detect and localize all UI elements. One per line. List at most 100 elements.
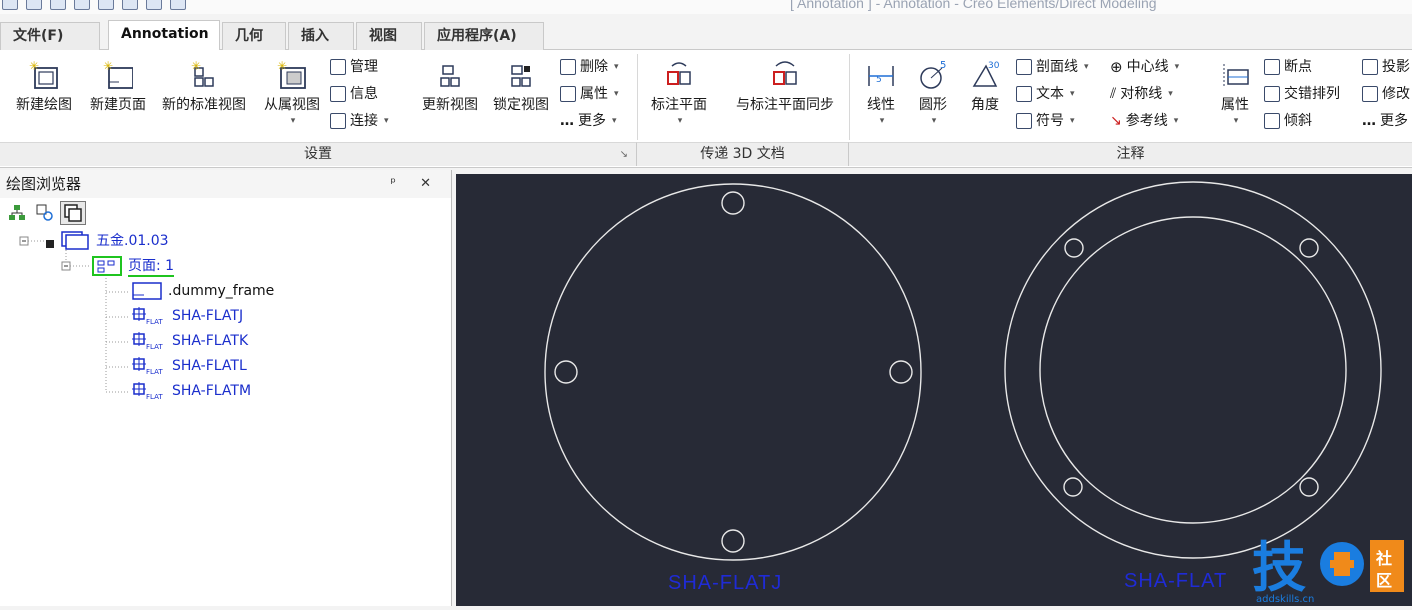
lock-view-button[interactable]: 锁定视图 [486,60,556,114]
ring-outer-circle[interactable] [1004,181,1382,559]
filter-icon[interactable] [170,0,186,10]
lock-view-icon [506,60,536,90]
annotation-group-label: 注释 [849,142,1412,166]
tree-node-view[interactable]: FLAT SHA-FLATK [132,331,248,351]
bolt-hole[interactable] [721,529,745,553]
update-view-icon [435,60,465,90]
ring-inner-circle[interactable] [1039,216,1347,524]
more-annotation-button[interactable]: … 更多 [1362,110,1408,132]
linear-dimension-button[interactable]: 5 线性 ▾ [858,60,904,126]
save-icon[interactable] [74,0,90,10]
svg-text:社: 社 [1375,549,1392,568]
attribute-button[interactable]: 属性 ▾ [1210,60,1260,126]
tree-node-view[interactable]: FLAT SHA-FLATM [132,381,251,401]
window-title: [ Annotation ] - Annotation - Creo Eleme… [790,0,1157,11]
circle-dimension-icon: 5 [918,60,948,90]
text-button[interactable]: 文本 ▾ [1016,83,1075,105]
tab-view[interactable]: 视图 [356,22,422,50]
bolt-hole[interactable] [889,360,913,384]
linear-dimension-icon: 5 [866,60,896,90]
filter-view-icon[interactable] [32,201,58,225]
flange-outer-circle[interactable] [544,183,922,561]
more-setup-button[interactable]: … 更多 ▾ [560,110,617,132]
open-folder-icon[interactable] [50,0,66,10]
center-line-icon: ⊕ [1110,58,1123,76]
undo-icon[interactable] [122,0,138,10]
oblique-icon [1264,113,1280,129]
svg-text:5: 5 [876,75,882,85]
tree-node-page[interactable]: 页面: 1 [92,255,175,277]
reference-line-button[interactable]: ↘ 参考线 ▾ [1110,110,1178,132]
stagger-button[interactable]: 交错排列 [1264,83,1340,105]
new-file-icon[interactable] [26,0,42,10]
tab-annotation[interactable]: Annotation [108,20,220,51]
circle-dimension-button[interactable]: 5 圆形 ▾ [910,60,956,126]
symbol-icon [1016,113,1032,129]
bolt-hole[interactable] [1299,477,1319,497]
title-bar: [ Annotation ] - Annotation - Creo Eleme… [0,0,1412,14]
properties-button[interactable]: 属性 ▾ [560,83,619,105]
tab-applications[interactable]: 应用程序(A) [424,22,544,50]
section-line-button[interactable]: 剖面线 ▾ [1016,56,1089,78]
new-standard-view-button[interactable]: ✳ 新的标准视图 [154,59,254,114]
tree-node-view[interactable]: FLAT SHA-FLATJ [132,306,243,326]
svg-text:✳: ✳ [277,60,287,73]
structure-view-icon[interactable] [4,201,30,225]
hatch-icon [1016,59,1032,75]
quick-access-toolbar [2,0,186,10]
bolt-hole[interactable] [1064,238,1084,258]
angle-dimension-icon: 30 [970,60,1000,90]
tab-geometry[interactable]: 几何 [222,22,286,50]
new-drawing-button[interactable]: ✳ 新建绘图 [8,59,80,114]
sync-annotation-plane-button[interactable]: 与标注平面同步 [724,60,846,114]
page-view-icon[interactable] [60,201,86,225]
tab-file[interactable]: 文件(F) [0,22,100,50]
symbol-button[interactable]: 符号 ▾ [1016,110,1075,132]
angle-dimension-button[interactable]: 30 角度 [962,60,1008,114]
drawing-tree: 五金.01.03 页面: 1 .dummy_frame FLAT SHA-FLA… [0,228,451,598]
bolt-hole[interactable] [554,360,578,384]
redo-icon[interactable] [146,0,162,10]
browser-header: 绘图浏览器 ᵖ ✕ [0,170,451,198]
panel-pin-close-icons[interactable]: ᵖ ✕ [390,170,441,198]
project-icon [1362,59,1378,75]
tree-node-view[interactable]: FLAT SHA-FLATL [132,356,247,376]
annotation-plane-button[interactable]: 标注平面 ▾ [642,60,716,126]
save-state-icon [46,240,54,248]
oblique-button[interactable]: 倾斜 [1264,110,1312,132]
dialog-launcher-icon[interactable]: ↘ [620,143,628,166]
center-line-button[interactable]: ⊕ 中心线 ▾ [1110,56,1179,78]
connect-button[interactable]: 连接 ▾ [330,110,389,132]
symmetry-line-button[interactable]: ⫽ 对称线 ▾ [1110,83,1173,105]
update-view-button[interactable]: 更新视图 [414,60,486,114]
delete-button[interactable]: 删除 ▾ [560,56,619,78]
svg-text:✳: ✳ [29,60,39,73]
modify-icon [1362,86,1378,102]
tree-node-drawing-root[interactable]: 五金.01.03 [46,230,169,250]
bolt-hole[interactable] [1299,238,1319,258]
tab-insert[interactable]: 插入 [288,22,354,50]
svg-text:技: 技 [1252,536,1306,599]
project-button[interactable]: 投影 [1362,56,1410,78]
svg-text:FLAT: FLAT [146,318,163,326]
drawing-icon [61,231,89,250]
site-watermark: 技 社 区 addskills.cn [1250,530,1410,606]
standard-view-icon: ✳ [189,59,219,90]
new-page-icon: ✳ [103,59,134,90]
view-label[interactable]: SHA-FLATJ [668,572,782,595]
break-point-button[interactable]: 断点 [1264,56,1312,78]
print-icon[interactable] [98,0,114,10]
svg-text:30: 30 [988,61,1000,71]
pass3d-group-label: 传递 3D 文档 [637,142,849,166]
drawing-browser-panel: 绘图浏览器 ᵖ ✕ 五金.01.03 页面: 1 .dummy_frame FL… [0,170,452,606]
view-label[interactable]: SHA-FLAT [1124,570,1227,593]
manage-button[interactable]: 管理 [330,56,378,78]
sub-view-button[interactable]: ✳ 从属视图 ▾ [258,59,326,126]
bolt-hole[interactable] [721,191,745,215]
info-button[interactable]: 信息 [330,83,378,105]
modify-button[interactable]: 修改 [1362,83,1410,105]
new-page-button[interactable]: ✳ 新建页面 [82,59,154,114]
app-icon[interactable] [2,0,18,10]
tree-node-dummy-frame[interactable]: .dummy_frame [132,281,274,301]
bolt-hole[interactable] [1063,477,1083,497]
